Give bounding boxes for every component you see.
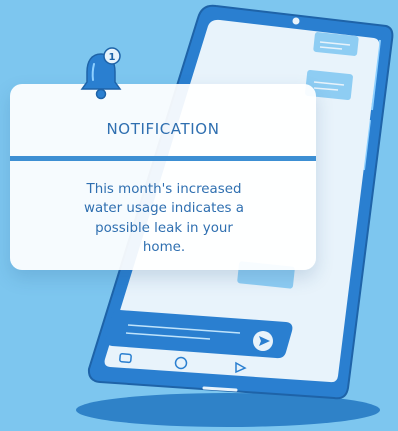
send-button[interactable]	[253, 331, 273, 351]
phone-bottom-slit	[202, 386, 238, 392]
notification-card[interactable]: NOTIFICATION This month's increased wate…	[10, 84, 316, 270]
notification-bell[interactable]: 1	[78, 44, 124, 104]
notification-title: NOTIFICATION	[106, 120, 220, 138]
camera-dot	[292, 17, 300, 25]
bell-badge-count: 1	[109, 52, 116, 63]
bell-icon: 1	[80, 47, 122, 100]
notification-message: This month's increased water usage indic…	[84, 182, 244, 256]
notification-divider	[10, 156, 316, 161]
